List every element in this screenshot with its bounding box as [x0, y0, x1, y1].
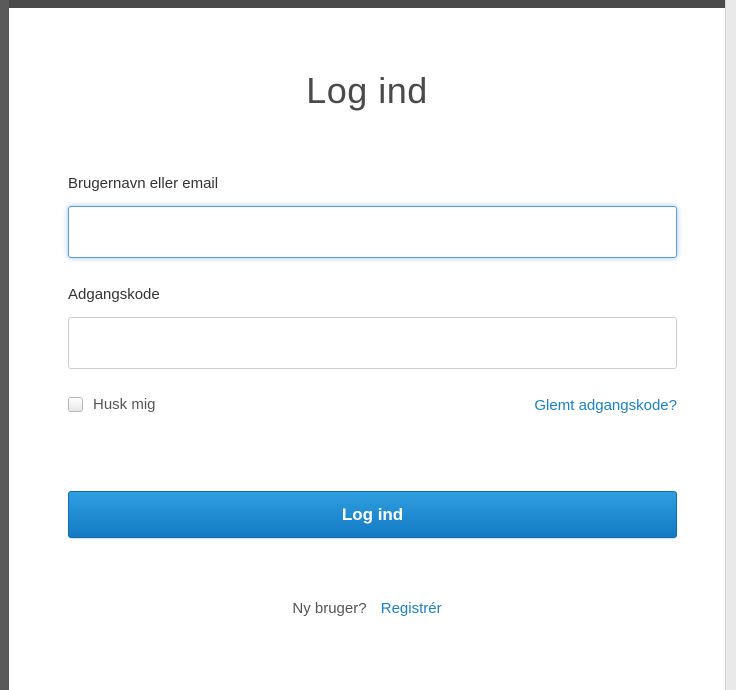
- register-prompt: Ny bruger?: [292, 600, 367, 617]
- window-right-scroll-track: [725, 0, 736, 690]
- login-button[interactable]: Log ind: [68, 491, 677, 538]
- username-input[interactable]: [68, 206, 677, 258]
- forgot-password-link[interactable]: Glemt adgangskode?: [534, 397, 677, 414]
- page-title: Log ind: [306, 70, 428, 111]
- checkbox-box[interactable]: [68, 397, 83, 412]
- remember-me-label: Husk mig: [93, 396, 156, 413]
- window-left-border: [0, 0, 9, 690]
- password-label: Adgangskode: [68, 286, 160, 303]
- remember-me-checkbox[interactable]: Husk mig: [68, 396, 156, 413]
- window-top-border: [0, 0, 736, 8]
- window-right-divider: [725, 0, 726, 690]
- password-input[interactable]: [68, 317, 677, 369]
- register-row: Ny bruger? Registrér: [9, 600, 725, 617]
- login-window: Log ind Brugernavn eller email Adgangsko…: [0, 0, 736, 690]
- register-link[interactable]: Registrér: [381, 600, 442, 617]
- username-label: Brugernavn eller email: [68, 175, 219, 192]
